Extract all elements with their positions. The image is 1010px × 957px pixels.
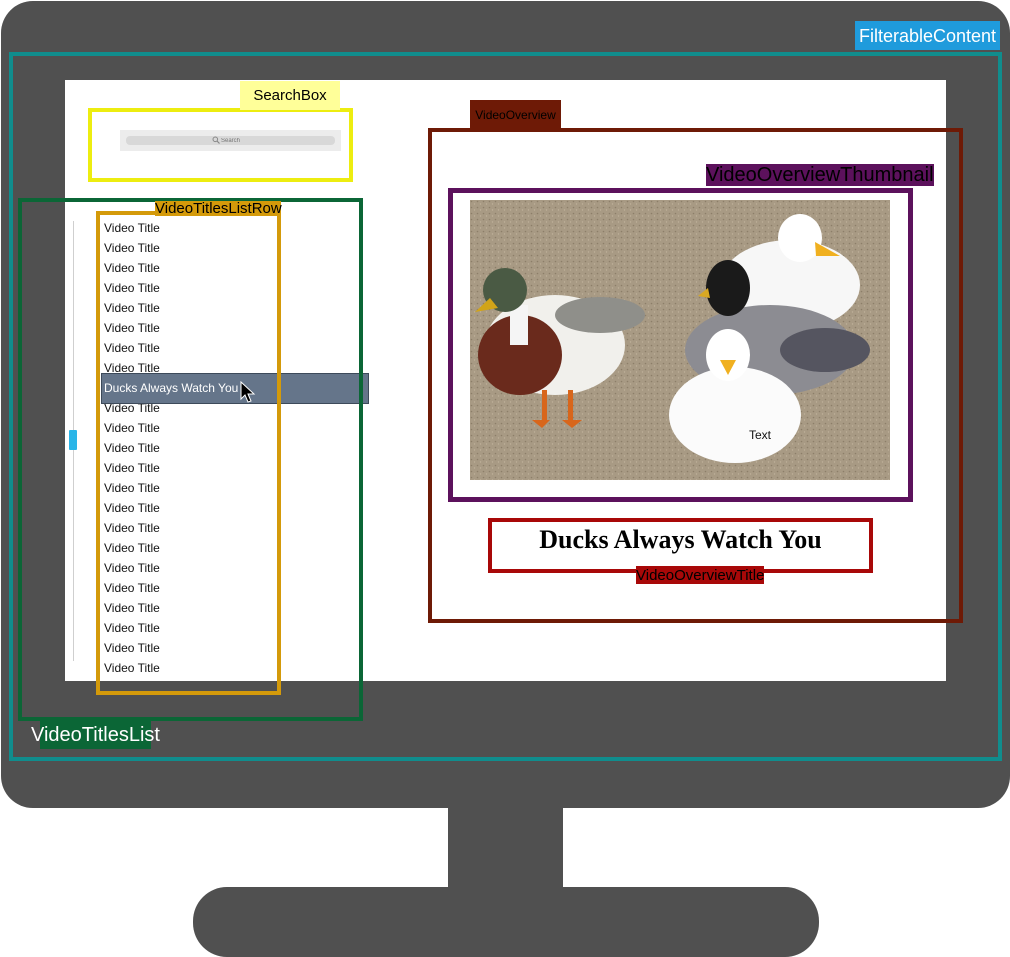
video-overview-label: VideoOverview	[470, 100, 561, 129]
video-overview-thumbnail-label: VideoOverviewThumbnail	[706, 164, 934, 186]
monitor-base	[193, 887, 819, 957]
video-titles-list-row-outline	[96, 211, 281, 695]
filterable-content-label: FilterableContent	[855, 21, 1000, 50]
video-titles-list-label-tag: VideoTitlesList	[31, 721, 160, 749]
search-box-label: SearchBox	[240, 81, 340, 110]
video-overview-thumbnail-outline	[448, 188, 913, 502]
video-titles-list-label: VideoTitlesList	[31, 724, 160, 746]
video-titles-list-row-label: VideoTitlesListRow	[155, 200, 282, 217]
video-overview-title-outline	[488, 518, 873, 573]
search-box-outline	[88, 108, 353, 182]
monitor-neck	[448, 806, 563, 890]
video-overview-title-label: VideoOverviewTitle	[636, 566, 765, 584]
